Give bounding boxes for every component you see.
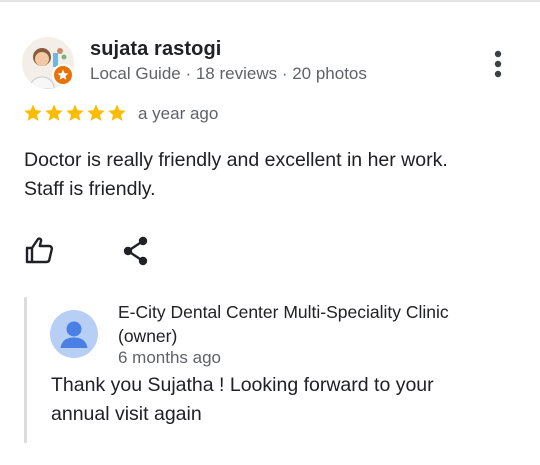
review-text: Doctor is really friendly and excellent … xyxy=(24,146,524,204)
thumbs-up-icon xyxy=(25,237,54,264)
more-vert-icon xyxy=(494,50,502,78)
star-icon xyxy=(45,104,63,121)
share-button[interactable] xyxy=(120,234,152,268)
star-rating xyxy=(23,103,127,125)
reviewer-name[interactable]: sujata rastogi xyxy=(90,38,221,61)
owner-reply-line: Thank you Sujatha ! Looking forward to y… xyxy=(51,374,434,396)
reply-divider xyxy=(24,297,27,443)
owner-label: (owner) xyxy=(118,326,178,346)
owner-name-line: E-City Dental Center Multi-Speciality Cl… xyxy=(118,302,449,322)
owner-reply-line: annual visit again xyxy=(51,403,202,425)
review-text-line: Staff is friendly. xyxy=(24,178,156,200)
star-icon xyxy=(108,104,126,121)
top-divider xyxy=(0,0,540,2)
owner-avatar-head xyxy=(66,321,82,337)
like-button[interactable] xyxy=(24,234,56,266)
owner-avatar xyxy=(50,310,98,358)
review-text-line: Doctor is really friendly and excellent … xyxy=(24,149,448,171)
owner-name[interactable]: E-City Dental Center Multi-Speciality Cl… xyxy=(118,300,518,348)
star-icon xyxy=(66,104,84,121)
reviewer-meta: Local Guide · 18 reviews · 20 photos xyxy=(90,64,367,83)
review-time: a year ago xyxy=(138,104,219,123)
more-options-button[interactable] xyxy=(484,46,512,82)
local-guide-badge-icon xyxy=(52,64,74,86)
star-icon xyxy=(87,104,105,121)
owner-response-time: 6 months ago xyxy=(118,348,222,367)
star-icon xyxy=(24,104,42,121)
owner-reply-text: Thank you Sujatha ! Looking forward to y… xyxy=(51,371,511,429)
share-icon xyxy=(123,236,148,266)
